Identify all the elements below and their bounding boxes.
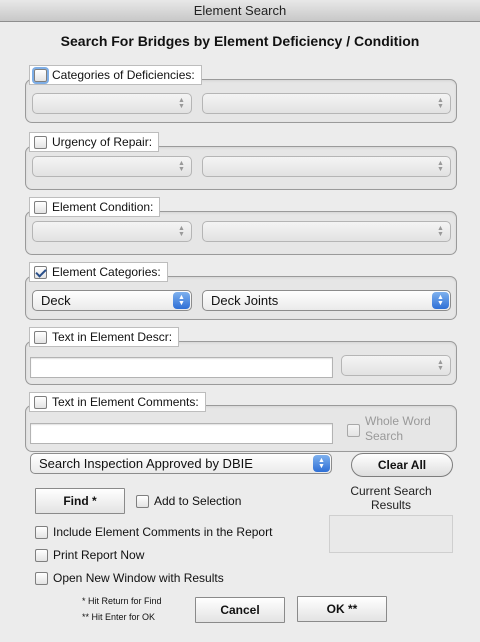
condition-checkbox[interactable] (34, 200, 47, 214)
stepper-arrows-icon: ▲ ▼ (178, 159, 185, 173)
descr-text-input[interactable] (30, 357, 333, 378)
urgency-select-2[interactable]: ▲ ▼ (202, 156, 451, 177)
stepper-arrows-icon: ▲ ▼ (173, 292, 190, 309)
urgency-label: Urgency of Repair: (52, 135, 153, 149)
open-new-window-label: Open New Window with Results (53, 571, 224, 585)
urgency-checkbox[interactable] (34, 135, 47, 149)
open-new-window-option[interactable]: Open New Window with Results (35, 571, 224, 585)
return-hint: * Hit Return for Find (82, 596, 162, 606)
add-to-selection-checkbox[interactable] (136, 494, 149, 508)
condition-select-2[interactable]: ▲ ▼ (202, 221, 451, 242)
comments-checkbox-label[interactable]: Text in Element Comments: (29, 392, 206, 412)
stepper-arrows-icon: ▲ ▼ (178, 96, 185, 110)
condition-checkbox-label[interactable]: Element Condition: (29, 197, 161, 217)
comments-label: Text in Element Comments: (52, 395, 199, 409)
categories-select-1-value: Deck (41, 293, 71, 308)
whole-word-label-line-2: Search (365, 429, 404, 443)
descr-select[interactable]: ▲ ▼ (341, 355, 451, 376)
page-title: Search For Bridges by Element Deficiency… (60, 33, 420, 49)
results-label-line-2: Results (370, 498, 411, 512)
current-search-results-box (329, 515, 453, 553)
results-label-line-1: Current Search (350, 484, 432, 498)
comments-text-input[interactable] (30, 423, 333, 444)
add-to-selection-label: Add to Selection (154, 494, 242, 508)
stepper-arrows-icon: ▲ ▼ (437, 96, 444, 110)
comments-checkbox[interactable] (34, 395, 47, 409)
include-comments-checkbox[interactable] (35, 525, 48, 539)
categories-checkbox[interactable] (34, 265, 47, 279)
ok-button[interactable]: OK ** (297, 596, 387, 622)
current-search-results-label: Current Search Results (330, 484, 452, 512)
stepper-arrows-icon: ▲ ▼ (437, 358, 444, 372)
categories-select-2[interactable]: Deck Joints ▲ ▼ (202, 290, 451, 311)
window-title: Element Search (0, 0, 480, 22)
descr-checkbox[interactable] (34, 330, 47, 344)
whole-word-search-option[interactable]: Whole Word Search (347, 414, 431, 444)
categories-select-1[interactable]: Deck ▲ ▼ (32, 290, 192, 311)
search-type-value: Search Inspection Approved by DBIE (39, 456, 253, 471)
whole-word-label-line-1: Whole Word (365, 414, 431, 428)
stepper-arrows-icon: ▲ ▼ (437, 159, 444, 173)
descr-checkbox-label[interactable]: Text in Element Descr: (29, 327, 180, 347)
add-to-selection-option[interactable]: Add to Selection (136, 494, 241, 508)
deficiencies-select-1[interactable]: ▲ ▼ (32, 93, 192, 114)
condition-select-1[interactable]: ▲ ▼ (32, 221, 192, 242)
descr-label: Text in Element Descr: (52, 330, 173, 344)
print-report-option[interactable]: Print Report Now (35, 548, 144, 562)
deficiencies-checkbox-label[interactable]: Categories of Deficiencies: (29, 65, 202, 85)
categories-label: Element Categories: (52, 265, 161, 279)
categories-select-2-value: Deck Joints (211, 293, 279, 308)
print-report-checkbox[interactable] (35, 548, 48, 562)
deficiencies-select-2[interactable]: ▲ ▼ (202, 93, 451, 114)
stepper-arrows-icon: ▲ ▼ (437, 224, 444, 238)
print-report-label: Print Report Now (53, 548, 145, 562)
include-comments-label: Include Element Comments in the Report (53, 525, 273, 539)
find-button[interactable]: Find * (35, 488, 125, 514)
deficiencies-checkbox[interactable] (34, 68, 47, 82)
stepper-arrows-icon: ▲ ▼ (313, 455, 330, 472)
whole-word-checkbox[interactable] (347, 424, 360, 437)
stepper-arrows-icon: ▲ ▼ (432, 292, 449, 309)
stepper-arrows-icon: ▲ ▼ (178, 224, 185, 238)
enter-hint: ** Hit Enter for OK (82, 612, 156, 622)
clear-all-button[interactable]: Clear All (351, 453, 453, 477)
open-new-window-checkbox[interactable] (35, 571, 48, 585)
search-type-select[interactable]: Search Inspection Approved by DBIE ▲ ▼ (30, 453, 332, 474)
whole-word-label: Whole Word Search (365, 414, 431, 444)
cancel-button[interactable]: Cancel (195, 597, 285, 623)
condition-label: Element Condition: (52, 200, 154, 214)
urgency-checkbox-label[interactable]: Urgency of Repair: (29, 132, 160, 152)
categories-checkbox-label[interactable]: Element Categories: (29, 262, 168, 282)
deficiencies-label: Categories of Deficiencies: (52, 68, 195, 82)
include-comments-option[interactable]: Include Element Comments in the Report (35, 525, 272, 539)
urgency-select-1[interactable]: ▲ ▼ (32, 156, 192, 177)
